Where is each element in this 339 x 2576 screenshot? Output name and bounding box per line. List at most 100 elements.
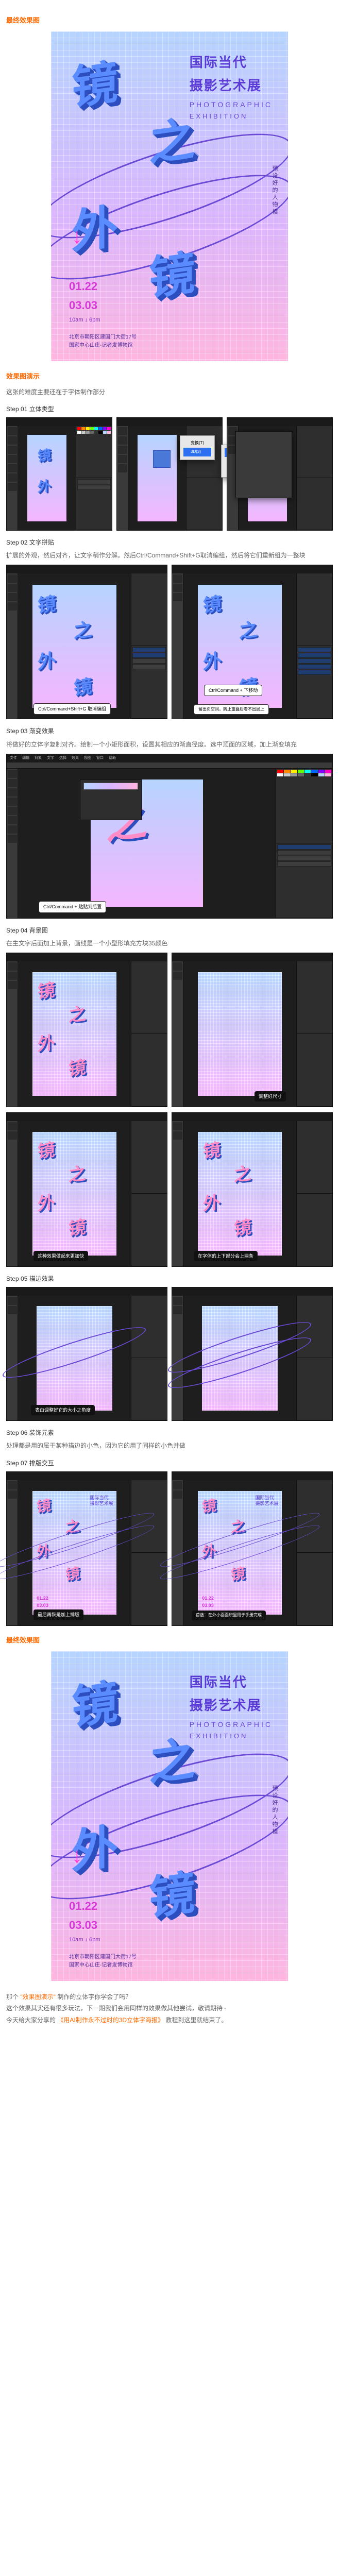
closing-line-1: 那个: [6, 1993, 19, 2001]
closing-highlight-1: "效果图演示": [20, 1993, 56, 2001]
poster-date-block: 01.22 03.03 10am ↓ 6pm: [69, 1897, 100, 1945]
swatch: [298, 770, 304, 773]
ai-window-2b: 镜 之 外 镜 Ctrl/Command + 下移动 留出负空间，防止重叠后看不…: [172, 565, 333, 719]
poster-date-2: 03.03: [69, 1916, 100, 1934]
step-03-row: 文件编辑对象文字选择效果视图窗口帮助 之 Ctrl/Command + 贴贴到后…: [0, 754, 339, 919]
tool-icon: [8, 835, 17, 843]
menubar-item: 文件: [10, 755, 17, 761]
swatch: [77, 431, 81, 434]
swatch: [86, 427, 90, 430]
swatch: [284, 770, 290, 773]
cube-shape: [153, 450, 171, 468]
annotation-adjust-size: 调整好尺寸: [255, 1091, 286, 1101]
tool-icon: [173, 972, 182, 980]
panel: [297, 1194, 332, 1266]
ai-toolbar: [7, 769, 18, 918]
mini-char: 外: [38, 1029, 55, 1059]
tool-icon: [173, 1297, 182, 1305]
step-05-row: 表白调整好它的大小之角度: [0, 1287, 339, 1421]
ai-panels: [296, 1480, 332, 1625]
tool-icon: [8, 1306, 17, 1314]
poster-address: 北京市朝阳区建国门大街17号 国家中心山庄-记者发博物馆: [69, 1953, 137, 1970]
step-05-label: Step 05 描边效果: [6, 1274, 339, 1284]
ai-panels: [296, 1121, 332, 1266]
panel: [131, 1194, 167, 1266]
ai-artboard-grid: [37, 1306, 112, 1411]
swatch: [277, 773, 283, 776]
swatch: [103, 431, 107, 434]
swatch: [77, 427, 81, 430]
tool-icon: [173, 593, 182, 601]
annotation-add-layout: 最后再恢是加上排版: [33, 1609, 83, 1620]
ai-artboard-grid: 镜 之 外 镜: [32, 1132, 116, 1255]
layer-row: [132, 653, 166, 658]
layer-row: [298, 670, 331, 675]
swatch: [90, 431, 94, 434]
ai-toolbar: [7, 1121, 18, 1266]
swatches-grid: [277, 770, 331, 776]
swatch: [90, 427, 94, 430]
dialog-3d-options: [235, 431, 292, 498]
mini-char: 外: [38, 475, 51, 498]
step-02-label: Step 02 文字拼贴: [6, 538, 339, 548]
tool-icon: [118, 427, 127, 435]
step-04-label: Step 04 背景图: [6, 926, 339, 936]
gradient-panel: [80, 779, 142, 820]
annotation-finish: 首选：在外小面面积里用于手册完成: [192, 1611, 266, 1620]
tool-icon: [8, 798, 17, 806]
panel: [131, 961, 167, 1034]
poster-right-vertical-text: 预设好的人物模: [269, 165, 279, 216]
step-03-label: Step 03 渐变效果: [6, 726, 339, 736]
ai-window-4b: 调整好尺寸: [172, 953, 333, 1107]
ai-artboard-grid: 镜 之 外 镜: [198, 1132, 281, 1255]
ai-panels: [131, 1121, 167, 1266]
layer-row: [77, 479, 111, 484]
ai-panels: [131, 1296, 167, 1420]
swatch: [318, 770, 325, 773]
ai-window-4c: 镜 之 外 镜 这种效果做起来更加快: [6, 1112, 167, 1267]
step-04-desc: 在主文字后面加上背景，画线是一个小型形填充方块35颜色: [6, 939, 333, 948]
mini-char: 外: [38, 1189, 55, 1219]
step-02-row: 镜 之 外 镜 Ctrl/Command+Shift+G 取消编组: [0, 565, 339, 719]
poster-address-line1: 北京市朝阳区建国门大街17号: [69, 334, 137, 340]
panel: [297, 1553, 332, 1625]
ai-menubar: [172, 565, 332, 573]
step-01-label: Step 01 立体类型: [6, 404, 339, 414]
ai-toolbar: [172, 1121, 183, 1266]
menubar-item: 选择: [59, 755, 66, 761]
swatch: [98, 431, 102, 434]
panel: [297, 1358, 332, 1420]
panel: [297, 1034, 332, 1107]
swatch: [107, 431, 111, 434]
panel: [131, 1034, 167, 1107]
menubar-item: 窗口: [96, 755, 104, 761]
swatch: [284, 773, 290, 776]
menubar-item: 视图: [84, 755, 91, 761]
swatch: [304, 770, 311, 773]
mini-char: 镜: [38, 1136, 55, 1166]
tool-icon: [8, 473, 17, 482]
mini-subtitle: 国际当代摄影艺术展: [256, 1495, 279, 1506]
poster-arrow-icon: ↓: [72, 218, 82, 253]
ai-menubar: [227, 418, 332, 426]
mini-date: 01.2203.03: [37, 1595, 48, 1609]
tool-icon: [173, 962, 182, 971]
poster-address-line2: 国家中心山庄-记者发博物馆: [69, 1962, 132, 1968]
layer-row: [132, 664, 166, 669]
swatch: [103, 427, 107, 430]
annotation-two-lines: 在字体的上下部分会上两条: [194, 1251, 258, 1261]
menubar-item: 文字: [47, 755, 54, 761]
ai-artboard-grid: [198, 972, 281, 1095]
ai-window-1a: 镜 外: [6, 417, 112, 531]
menubar-item: 编辑: [22, 755, 29, 761]
panel: [297, 961, 332, 1034]
mini-char: 镜: [37, 1494, 51, 1519]
swatch: [311, 770, 317, 773]
mini-subtitle: 国际当代摄影艺术展: [90, 1495, 113, 1506]
poster-3d-title: 镜 之 外 镜: [72, 1682, 206, 1929]
mini-char: 镜: [203, 588, 222, 621]
tool-icon: [118, 464, 127, 472]
swatch: [81, 431, 85, 434]
ai-menubar: [117, 418, 222, 426]
poster-char-4: 镜: [149, 249, 195, 302]
